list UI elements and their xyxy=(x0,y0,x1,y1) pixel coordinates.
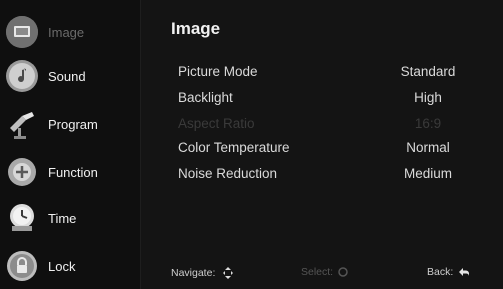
sidebar-item-lock[interactable]: Lock xyxy=(6,246,136,286)
sidebar-item-program[interactable]: Program xyxy=(6,104,136,144)
sidebar: Image Sound Program Function Time Lock xyxy=(0,0,141,289)
setting-label: Color Temperature xyxy=(178,139,290,155)
sidebar-item-sound[interactable]: Sound xyxy=(6,56,136,96)
back-arrow-icon xyxy=(459,268,470,276)
setting-label: Picture Mode xyxy=(178,63,258,79)
sidebar-item-time[interactable]: Time xyxy=(6,198,136,238)
navigate-arrows-icon xyxy=(223,267,234,279)
setting-row-color-temperature[interactable]: Color Temperature Normal xyxy=(178,137,473,157)
setting-value: Normal xyxy=(406,139,450,155)
setting-row-backlight[interactable]: Backlight High xyxy=(178,87,473,107)
sidebar-item-function[interactable]: Function xyxy=(6,152,136,192)
setting-row-picture-mode[interactable]: Picture Mode Standard xyxy=(178,61,473,81)
back-hint: Back: xyxy=(427,266,470,278)
sidebar-item-label: Function xyxy=(48,164,98,180)
back-label: Back: xyxy=(427,266,454,278)
sidebar-item-label: Time xyxy=(48,210,77,226)
settings-panel: Image Picture Mode Standard Backlight Hi… xyxy=(141,0,503,289)
time-icon xyxy=(6,202,38,234)
image-icon xyxy=(6,16,38,48)
navigate-hint: Navigate: xyxy=(171,266,235,280)
setting-label: Noise Reduction xyxy=(178,165,278,181)
function-icon xyxy=(6,156,38,188)
ok-icon xyxy=(338,267,348,277)
sidebar-item-label: Program xyxy=(48,116,98,132)
setting-value: Standard xyxy=(400,63,456,79)
sidebar-item-label: Sound xyxy=(48,68,86,84)
select-hint: Select: xyxy=(301,266,348,278)
program-icon xyxy=(6,108,38,140)
setting-label: Backlight xyxy=(178,89,233,105)
sidebar-item-label: Lock xyxy=(48,258,76,274)
setting-value: 16:9 xyxy=(414,115,442,131)
page-title: Image xyxy=(171,19,221,38)
sidebar-item-image[interactable]: Image xyxy=(6,12,136,52)
footer-hints: Navigate: Select: Back: xyxy=(141,262,503,282)
setting-row-noise-reduction[interactable]: Noise Reduction Medium xyxy=(178,163,473,183)
lock-icon xyxy=(6,250,38,282)
setting-value: High xyxy=(414,89,442,105)
setting-row-aspect-ratio: Aspect Ratio 16:9 xyxy=(178,113,473,133)
setting-label: Aspect Ratio xyxy=(178,115,255,131)
sound-icon xyxy=(6,60,38,92)
navigate-label: Navigate: xyxy=(171,267,216,279)
sidebar-item-label: Image xyxy=(48,24,85,40)
select-label: Select: xyxy=(301,266,334,278)
setting-value: Medium xyxy=(403,165,452,181)
